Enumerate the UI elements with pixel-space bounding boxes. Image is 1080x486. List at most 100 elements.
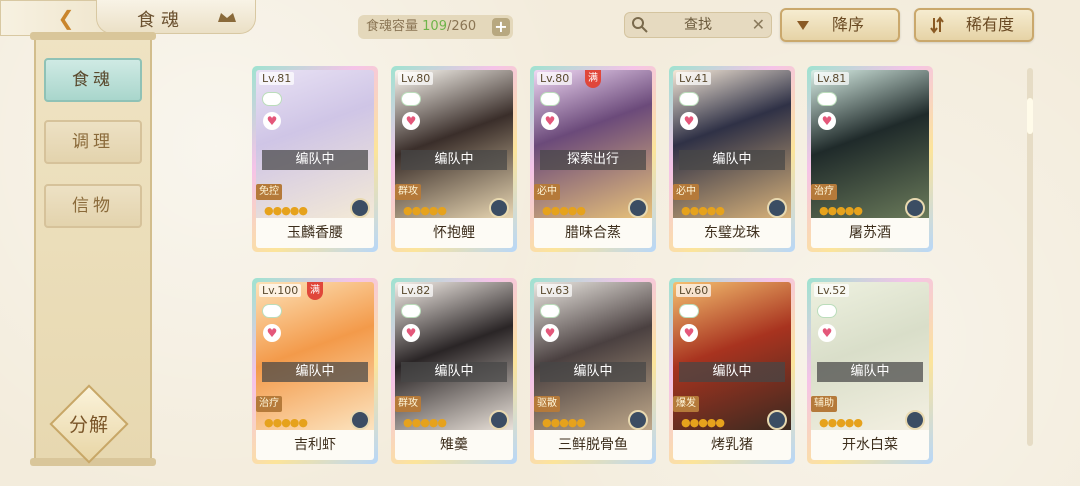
capacity-current: 109 (422, 19, 447, 34)
sort-field-label: 稀有度 (966, 15, 1015, 34)
element-icon (905, 410, 925, 430)
scrollbar[interactable] (1027, 68, 1033, 446)
back-arrow-icon: ❮ (57, 6, 75, 30)
card-inner: Lv.81 ♥ 编队中 免控 ●●●●● 玉麟香腰 (256, 70, 374, 248)
card-role-badge: 群攻 (395, 184, 421, 200)
card-level: Lv.81 (814, 72, 850, 85)
star-rating: ●●●●● (403, 416, 447, 429)
scrollbar-thumb[interactable] (1027, 98, 1033, 134)
star-rating: ●●●●● (819, 416, 863, 429)
heart-icon: ♥ (402, 324, 420, 342)
star-rating: ●●●●● (819, 204, 863, 217)
food-soul-card[interactable]: Lv.100 满 ♥ 编队中治疗 ●●●●● 吉利虾 (252, 278, 378, 464)
heart-icon: ♥ (541, 112, 559, 130)
food-soul-card[interactable]: Lv.41 ♥ 编队中必中 ●●●●● 东璧龙珠 (669, 66, 795, 252)
chat-bubble-icon (401, 92, 421, 106)
sort-order-button[interactable]: 降序 (780, 8, 900, 42)
card-role-badge: 必中 (673, 184, 699, 200)
card-level: Lv.80 (537, 72, 573, 85)
capacity-label: 食魂容量 (366, 19, 419, 34)
card-role-badge: 驱散 (534, 396, 560, 412)
card-role-badge: 爆发 (673, 396, 699, 412)
card-level: Lv.52 (814, 284, 850, 297)
element-icon (767, 198, 787, 218)
heart-icon: ♥ (680, 324, 698, 342)
card-role-badge: 群攻 (395, 396, 421, 412)
card-inner: Lv.82 ♥ 编队中群攻 ●●●●● 雉羹 (395, 282, 513, 460)
food-soul-card[interactable]: Lv.82 ♥ 编队中群攻 ●●●●● 雉羹 (391, 278, 517, 464)
card-name: 雉羹 (395, 430, 513, 460)
add-capacity-button[interactable]: + (492, 18, 510, 36)
card-inner: Lv.100 满 ♥ 编队中治疗 ●●●●● 吉利虾 (256, 282, 374, 460)
card-name: 屠苏酒 (811, 218, 929, 248)
food-soul-card[interactable]: Lv.52 ♥ 编队中 辅助 ●●●●● 开水白菜 (807, 278, 933, 464)
chat-bubble-icon (262, 304, 282, 318)
element-icon (767, 410, 787, 430)
sort-order-label: 降序 (832, 15, 865, 34)
sidebar-item-tiaoli[interactable]: 调理 (44, 120, 142, 164)
food-soul-card[interactable]: Lv.80 ♥ 编队中 群攻 ●●●●● 怀抱鲤 (391, 66, 517, 252)
food-soul-card[interactable]: Lv.63 ♥ 编队中 驱散 ●●●●● 三鲜脱骨鱼 (530, 278, 656, 464)
sort-toggle-icon (930, 16, 944, 34)
food-soul-card[interactable]: Lv.80 满 ♥ 探索出行 必中 ●●●●● 腊味合蒸 (530, 66, 656, 252)
card-role-badge: 治疗 (811, 184, 837, 200)
card-status: 编队中 (679, 150, 785, 170)
chat-bubble-icon (401, 304, 421, 318)
card-level: Lv.80 (398, 72, 434, 85)
heart-icon: ♥ (263, 112, 281, 130)
chat-bubble-icon (817, 304, 837, 318)
heart-icon: ♥ (541, 324, 559, 342)
food-soul-card[interactable]: Lv.60 ♥ 编队中 爆发 ●●●●● 烤乳猪 (669, 278, 795, 464)
sort-field-button[interactable]: 稀有度 (914, 8, 1034, 42)
sidebar-item-shihun[interactable]: 食魂 (44, 58, 142, 102)
max-level-badge: 满 (307, 282, 323, 300)
card-status: 编队中 (540, 362, 646, 382)
card-status: 编队中 (679, 362, 785, 382)
card-level: Lv.100 (259, 284, 302, 297)
card-inner: Lv.63 ♥ 编队中 驱散 ●●●●● 三鲜脱骨鱼 (534, 282, 652, 460)
card-inner: Lv.81 ♥ 治疗 ●●●●● 屠苏酒 (811, 70, 929, 248)
card-role-badge: 治疗 (256, 396, 282, 412)
capacity-total: /260 (446, 19, 477, 34)
decompose-button[interactable]: 分解 (49, 384, 129, 464)
chat-bubble-icon (679, 304, 699, 318)
card-status: 编队中 (262, 362, 368, 382)
card-name: 开水白菜 (811, 430, 929, 460)
sort-desc-icon (797, 21, 809, 30)
element-icon (350, 198, 370, 218)
star-rating: ●●●●● (264, 416, 308, 429)
star-rating: ●●●●● (264, 204, 308, 217)
element-icon (350, 410, 370, 430)
chat-bubble-icon (817, 92, 837, 106)
card-name: 吉利虾 (256, 430, 374, 460)
heart-icon: ♥ (263, 324, 281, 342)
sidebar-item-xinwu[interactable]: 信物 (44, 184, 142, 228)
card-status: 编队中 (262, 150, 368, 170)
star-rating: ●●●●● (542, 416, 586, 429)
top-bar: ❮ 食魂 食魂容量 109/260 + 查找 ✕ 降序 稀有度 (0, 0, 1080, 44)
crown-icon (218, 13, 236, 22)
star-rating: ●●●●● (681, 204, 725, 217)
card-level: Lv.63 (537, 284, 573, 297)
search-icon (632, 17, 648, 33)
card-status: 编队中 (401, 362, 507, 382)
card-level: Lv.41 (676, 72, 712, 85)
heart-icon: ♥ (680, 112, 698, 130)
card-inner: Lv.80 ♥ 编队中 群攻 ●●●●● 怀抱鲤 (395, 70, 513, 248)
element-icon (489, 198, 509, 218)
food-soul-card[interactable]: Lv.81 ♥ 治疗 ●●●●● 屠苏酒 (807, 66, 933, 252)
card-level: Lv.82 (398, 284, 434, 297)
card-status: 探索出行 (540, 150, 646, 170)
search-input[interactable]: 查找 ✕ (624, 12, 772, 38)
card-name: 玉麟香腰 (256, 218, 374, 248)
card-level: Lv.60 (676, 284, 712, 297)
card-status: 编队中 (401, 150, 507, 170)
card-status: 编队中 (817, 362, 923, 382)
food-soul-card[interactable]: Lv.81 ♥ 编队中 免控 ●●●●● 玉麟香腰 (252, 66, 378, 252)
search-placeholder: 查找 (684, 17, 712, 33)
star-rating: ●●●●● (681, 416, 725, 429)
card-name: 腊味合蒸 (534, 218, 652, 248)
clear-search-icon[interactable]: ✕ (752, 13, 765, 37)
card-name: 东璧龙珠 (673, 218, 791, 248)
element-icon (628, 410, 648, 430)
